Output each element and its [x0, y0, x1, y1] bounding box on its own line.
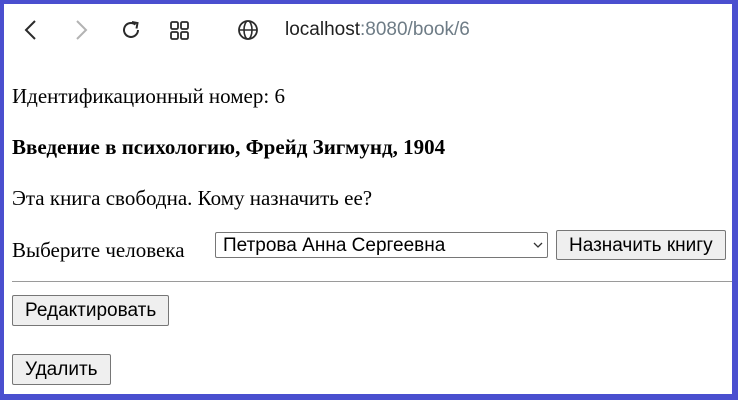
globe-icon	[238, 20, 258, 40]
forward-icon[interactable]	[68, 18, 92, 42]
delete-button[interactable]: Удалить	[12, 354, 111, 385]
chevron-down-icon	[533, 242, 543, 248]
book-status: Эта книга свободна. Кому назначить ее?	[12, 186, 373, 210]
browser-window: localhost:8080/book/6 Идентификационный …	[4, 4, 732, 394]
url-path: :8080/book/6	[360, 19, 470, 40]
person-select[interactable]: Петрова Анна Сергеевна	[215, 232, 548, 258]
assign-label: Выберите человека	[12, 238, 185, 262]
divider	[12, 281, 732, 282]
assign-row: Выберите человека Петрова Анна Сергеевна…	[12, 230, 726, 263]
selected-person: Петрова Анна Сергеевна	[223, 235, 446, 256]
edit-button[interactable]: Редактировать	[12, 295, 170, 326]
assign-book-button[interactable]: Назначить книгу	[556, 230, 726, 260]
reload-icon[interactable]	[119, 18, 143, 42]
url-host: localhost	[285, 19, 360, 40]
address-bar[interactable]: localhost:8080/book/6	[285, 19, 470, 41]
tabs-grid-icon[interactable]	[168, 18, 192, 42]
book-title: Введение в психологию, Фрейд Зигмунд, 19…	[12, 135, 446, 159]
book-id: Идентификационный номер: 6	[12, 84, 285, 108]
browser-toolbar: localhost:8080/book/6	[4, 4, 732, 56]
back-icon[interactable]	[20, 18, 44, 42]
